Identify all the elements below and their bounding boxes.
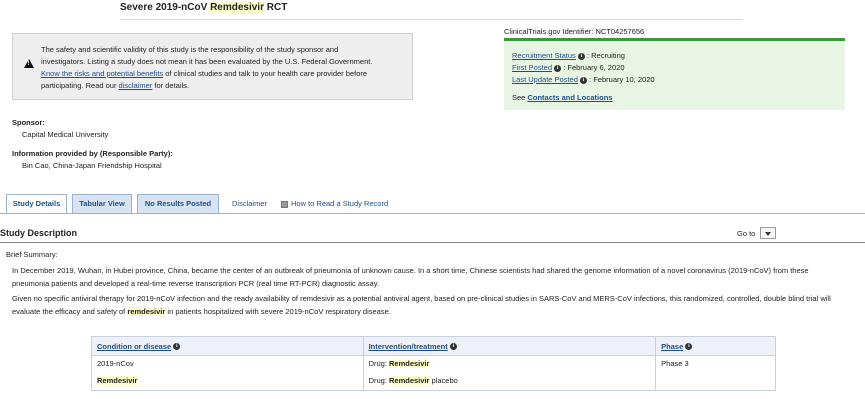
disclaimer-line: participating. Read our [41, 81, 119, 90]
divider [120, 19, 742, 20]
condition-cell: 2019-nCov [91, 355, 364, 373]
first-posted-row: First Posted i : February 6, 2020 [512, 63, 625, 72]
tab-disclaimer[interactable]: Disclaimer [232, 199, 267, 208]
intervention-cell: Drug: Remdesivir [362, 355, 657, 373]
info-icon[interactable]: i [579, 76, 587, 84]
condition-header-label: Condition or disease [97, 341, 172, 351]
tab-study-details[interactable]: Study Details [6, 194, 67, 214]
status-box: Recruitment Status i : Recruiting First … [504, 38, 845, 110]
section-divider [0, 242, 865, 243]
last-update-link[interactable]: Last Update Posted [512, 75, 578, 84]
phase-cell [655, 373, 776, 391]
responsible-party-label: Information provided by (Responsible Par… [12, 149, 173, 158]
last-update-value: February 10, 2020 [593, 75, 655, 84]
contacts-locations-link[interactable]: Contacts and Locations [527, 93, 612, 102]
disclaimer-text: The safety and scientific validity of th… [41, 44, 401, 92]
intervention-suffix: placebo [429, 376, 458, 385]
last-update-row: Last Update Posted i : February 10, 2020 [512, 75, 655, 84]
highlight-term: Remdesivir [97, 376, 138, 385]
identifier-label: ClinicalTrials.gov Identifier: [504, 27, 594, 36]
section-heading: Study Description [0, 228, 78, 238]
phase-header[interactable]: Phase i [655, 336, 776, 356]
disclaimer-line: The safety and scientific validity of th… [41, 45, 339, 54]
summary-line: Given no specific antiviral therapy for … [12, 294, 831, 303]
title-highlight: Remdesivir [210, 2, 264, 13]
sponsor-label: Sponsor: [12, 118, 45, 127]
sponsor-value: Capital Medical University [22, 130, 109, 139]
document-icon [281, 200, 288, 208]
goto-dropdown[interactable] [760, 227, 776, 239]
disclaimer-link[interactable]: disclaimer [119, 81, 153, 90]
table-row: Remdesivir Drug: Remdesivir placebo [91, 373, 776, 391]
warning-icon-mark: ! [27, 61, 30, 67]
summary-paragraph-2: Given no specific antiviral therapy for … [12, 293, 864, 318]
title-suffix: RCT [263, 2, 288, 13]
highlight-term: Remdesivir [389, 359, 430, 368]
title-text: Severe 2019-nCoV [120, 2, 211, 13]
summary-line: pneumonia patients and developed a real-… [12, 278, 379, 288]
conditions-table: Condition or disease i Intervention/trea… [91, 336, 776, 391]
page-title: Severe 2019-nCoV Remdesivir RCT [120, 2, 287, 13]
identifier-value: NCT04257656 [595, 27, 645, 36]
see-text: See [512, 93, 526, 102]
info-icon[interactable]: i [577, 52, 585, 60]
see-contacts-row: See Contacts and Locations [512, 93, 612, 102]
tab-tabular-view[interactable]: Tabular View [72, 194, 132, 214]
phase-cell: Phase 3 [655, 355, 776, 373]
intervention-prefix: Drug: [368, 359, 389, 368]
table-row: 2019-nCov Drug: Remdesivir Phase 3 [91, 355, 776, 373]
first-posted-link[interactable]: First Posted [512, 63, 552, 72]
info-icon[interactable]: i [449, 343, 457, 351]
summary-paragraph-1: In December 2019, Wuhan, in Hubei provin… [12, 265, 864, 290]
intervention-cell: Drug: Remdesivir placebo [362, 373, 657, 391]
info-icon[interactable]: i [554, 64, 562, 72]
disclaimer-line: of clinical studies and talk to your hea… [163, 69, 368, 78]
risks-benefits-link[interactable]: Know the risks and potential benefits [41, 69, 163, 78]
phase-header-label: Phase [661, 341, 684, 351]
goto-label: Go to [737, 229, 756, 238]
info-icon[interactable]: i [685, 343, 693, 351]
how-to-read-link[interactable]: How to Read a Study Record [281, 199, 388, 208]
condition-header[interactable]: Condition or disease i [91, 336, 364, 356]
tab-divider [0, 213, 865, 214]
highlight-term: remdesivir [127, 306, 166, 316]
recruitment-status-link[interactable]: Recruitment Status [512, 51, 576, 60]
intervention-prefix: Drug: [368, 376, 389, 385]
identifier: ClinicalTrials.gov Identifier: NCT042576… [504, 27, 644, 36]
brief-summary-label: Brief Summary: [6, 250, 58, 259]
highlight-term: Remdesivir [389, 376, 430, 385]
how-to-read-label: How to Read a Study Record [291, 199, 389, 208]
table-header-row: Condition or disease i Intervention/trea… [91, 336, 776, 356]
intervention-header[interactable]: Intervention/treatment i [362, 336, 657, 356]
disclaimer-line: for details. [152, 81, 189, 90]
info-icon[interactable]: i [173, 343, 181, 351]
recruitment-status-row: Recruitment Status i : Recruiting [512, 51, 625, 60]
summary-line: evaluate the efficacy and safety of [12, 306, 128, 316]
tab-no-results-posted[interactable]: No Results Posted [137, 194, 219, 214]
first-posted-value: February 6, 2020 [567, 63, 625, 72]
disclaimer-box: ! The safety and scientific validity of … [12, 33, 413, 100]
responsible-party-value: Bin Cao, China-Japan Friendship Hospital [22, 161, 162, 170]
condition-cell: Remdesivir [91, 373, 364, 391]
recruitment-status-value: Recruiting [591, 51, 625, 60]
summary-line: in patients hospitalized with severe 201… [165, 306, 391, 316]
disclaimer-line: investigators. Listing a study does not … [41, 57, 373, 66]
summary-line: In December 2019, Wuhan, in Hubei provin… [12, 266, 809, 275]
intervention-header-label: Intervention/treatment [368, 341, 448, 351]
